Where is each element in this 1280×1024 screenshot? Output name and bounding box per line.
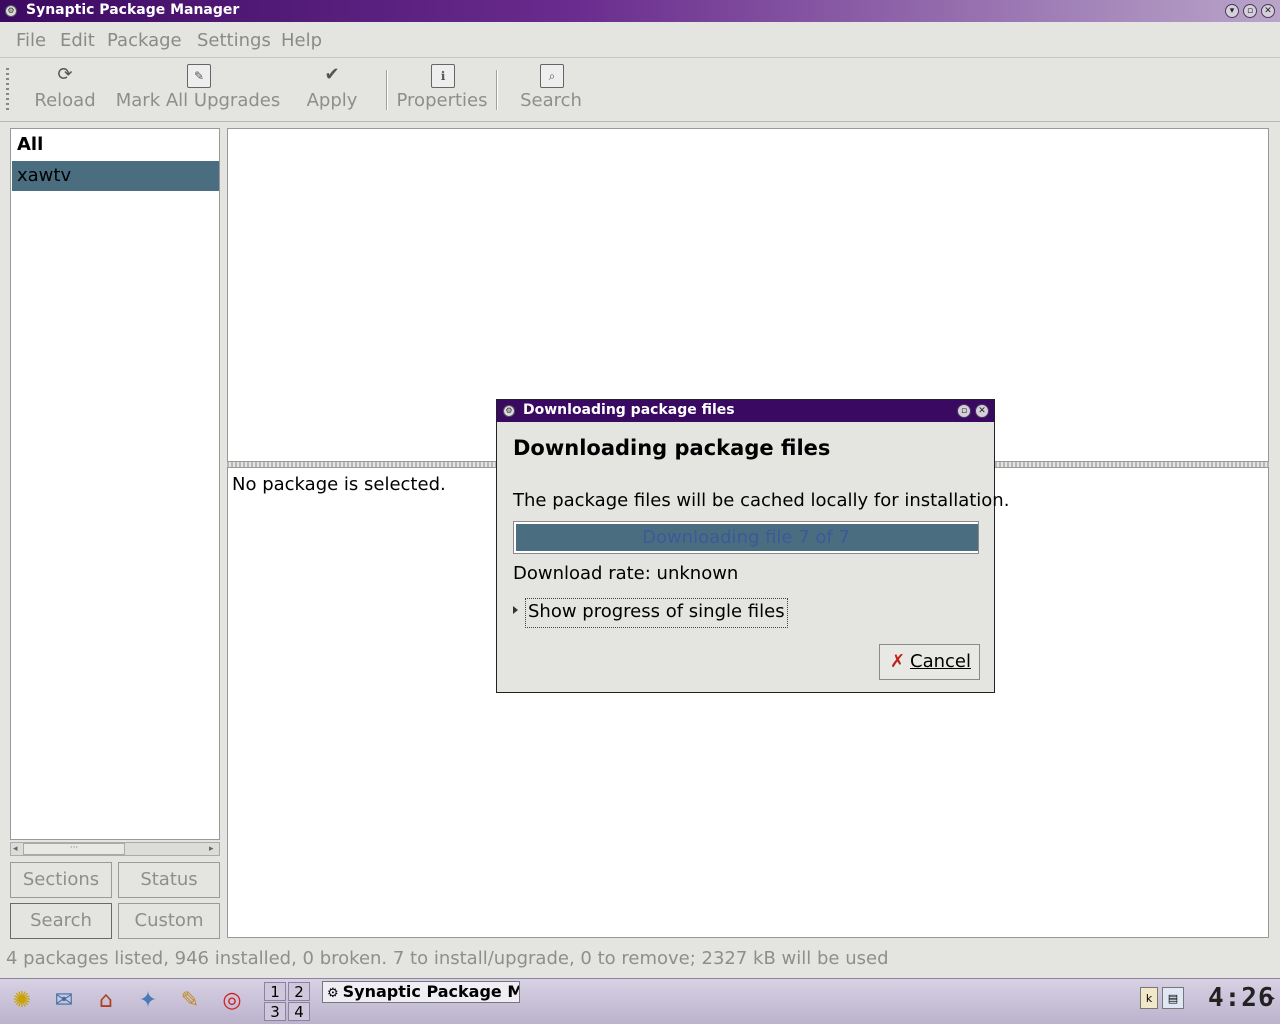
checkmark-icon: ✔ (324, 64, 340, 85)
pager-desktop-4[interactable]: 4 (288, 1002, 310, 1021)
download-rate: Download rate: unknown (513, 563, 739, 584)
mark-all-upgrades-button[interactable]: ✎ Mark All Upgrades (112, 58, 284, 118)
dialog-app-icon[interactable]: ⚙ (503, 405, 515, 417)
reload-button[interactable]: ⟳ Reload (24, 58, 106, 118)
menu-file[interactable]: File (16, 30, 46, 51)
properties-label: Properties (396, 90, 488, 111)
menu-edit[interactable]: Edit (60, 30, 95, 51)
properties-icon: ℹ (431, 64, 455, 88)
expander-label[interactable]: Show progress of single files (525, 598, 788, 628)
menu-package[interactable]: Package (107, 30, 182, 51)
window-titlebar: ⚙ Synaptic Package Manager ▾ ▫ ✕ (0, 0, 1280, 22)
app-icon[interactable]: ⚙ (5, 5, 17, 17)
scroll-right-icon[interactable]: ▸ (209, 844, 214, 854)
cancel-icon: ✗ (890, 651, 906, 672)
minimize-icon[interactable]: ▾ (1225, 4, 1239, 18)
scrollbar-thumb[interactable]: ··· (23, 843, 125, 855)
task-label: Synaptic Package Man (342, 982, 519, 1001)
scroll-left-icon[interactable]: ◂ (13, 844, 18, 854)
pager-desktop-1[interactable]: 1 (264, 982, 286, 1001)
toolbar-separator (386, 70, 388, 110)
status-button[interactable]: Status (118, 862, 220, 898)
reload-label: Reload (34, 90, 96, 111)
expander-arrow-icon[interactable] (513, 606, 518, 614)
dialog-heading: Downloading package files (513, 436, 831, 460)
apply-button[interactable]: ✔ Apply (294, 58, 370, 118)
custom-button[interactable]: Custom (118, 903, 220, 939)
sections-button[interactable]: Sections (10, 862, 112, 898)
clock: 4:26 (1208, 983, 1275, 1013)
toolbar: ⟳ Reload ✎ Mark All Upgrades ✔ Apply ℹ P… (0, 58, 1280, 122)
toolbar-separator (496, 70, 498, 110)
dialog-close-icon[interactable]: ✕ (975, 404, 989, 418)
download-progress-bar: Downloading file 7 of 7 (513, 521, 979, 554)
progress-text: Downloading file 7 of 7 (642, 527, 850, 548)
window-title: Synaptic Package Manager (26, 2, 240, 18)
close-icon[interactable]: ✕ (1261, 4, 1275, 18)
cancel-button[interactable]: ✗ Cancel (879, 644, 980, 680)
dialog-maximize-icon[interactable]: ▫ (957, 404, 971, 418)
taskbar: ✺ ✉ ⌂ ✦ ✎ ◎ 1 2 3 4 ⚙Synaptic Package Ma… (0, 978, 1280, 1024)
search-button[interactable]: ⌕ Search (512, 58, 590, 118)
filter-item-xawtv[interactable]: xawtv (12, 161, 219, 191)
dialog-title: Downloading package files (523, 402, 735, 418)
panel-hide-arrow-icon[interactable]: ▸ (1270, 993, 1275, 1004)
filter-item-all[interactable]: All (12, 130, 219, 160)
menu-help[interactable]: Help (281, 30, 322, 51)
task-app-icon: ⚙ (327, 986, 339, 1001)
mark-upgrades-icon: ✎ (187, 64, 211, 88)
mark-all-upgrades-label: Mark All Upgrades (115, 90, 281, 111)
system-tray-icon[interactable]: ▤ (1162, 987, 1184, 1009)
status-text: 4 packages listed, 946 installed, 0 brok… (6, 948, 889, 969)
home-icon[interactable]: ⌂ (90, 985, 122, 1017)
pager-desktop-3[interactable]: 3 (264, 1002, 286, 1021)
apply-label: Apply (306, 90, 358, 111)
office-icon[interactable]: ✎ (174, 985, 206, 1017)
help-lifebuoy-icon[interactable]: ◎ (216, 985, 248, 1017)
maximize-icon[interactable]: ▫ (1243, 4, 1257, 18)
klipper-icon[interactable]: k (1140, 987, 1158, 1009)
pager-desktop-2[interactable]: 2 (288, 982, 310, 1001)
statusbar: 4 packages listed, 946 installed, 0 brok… (0, 944, 1280, 974)
search-label: Search (520, 90, 582, 111)
menu-settings[interactable]: Settings (197, 30, 271, 51)
filter-list[interactable]: All xawtv (10, 128, 220, 840)
dialog-titlebar: ⚙ Downloading package files ▫ ✕ (497, 400, 994, 422)
toolbar-grip[interactable] (6, 68, 9, 112)
dialog-message: The package files will be cached locally… (513, 490, 1010, 511)
download-dialog: ⚙ Downloading package files ▫ ✕ Download… (496, 399, 1009, 693)
cancel-label: Cancel (910, 651, 971, 672)
search-icon: ⌕ (540, 64, 564, 88)
kde-menu-icon[interactable]: ✺ (6, 985, 38, 1017)
properties-button[interactable]: ℹ Properties (394, 58, 490, 118)
reload-icon: ⟳ (57, 64, 73, 85)
details-text: No package is selected. (232, 474, 446, 495)
browser-icon[interactable]: ✦ (132, 985, 164, 1017)
taskbar-task-synaptic[interactable]: ⚙Synaptic Package Man (322, 981, 520, 1003)
desktop-icon[interactable]: ✉ (48, 985, 80, 1017)
search-filter-button[interactable]: Search (10, 903, 112, 939)
menubar: File Edit Package Settings Help (0, 22, 1280, 58)
horizontal-scrollbar[interactable]: ◂ ··· ▸ (10, 842, 220, 856)
